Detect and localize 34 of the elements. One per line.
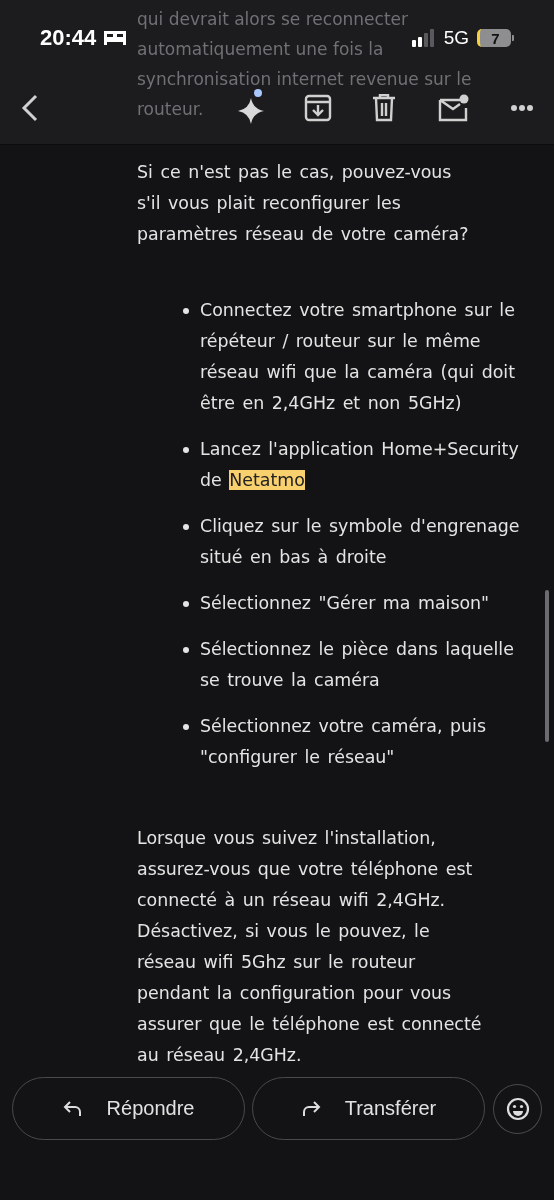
bullet-icon — [183, 524, 189, 530]
message-text: routeur. — [137, 98, 204, 121]
forward-button[interactable]: Transférer — [252, 1077, 485, 1140]
battery-icon: 7 — [477, 29, 514, 47]
message-text: Lorsque vous suivez l'installation, assurez-vous que votre téléphone est connecté à un réseau wifi 2,4GHz. Désactivez, si vous le pouvez, le réseau wifi 5Ghz sur le routeur pendant la configuration pour vous assurer que le téléphone est connecté au réseau 2,4GHz. — [137, 827, 482, 1067]
archive-button[interactable] — [304, 94, 332, 122]
delete-button[interactable] — [372, 94, 396, 122]
bullet-icon — [183, 601, 189, 607]
bullet-icon — [183, 724, 189, 730]
list-item-text: Sélectionnez votre caméra, puis "configurer le réseau" — [200, 715, 487, 769]
message-text: synchronisation internet revenue sur le — [137, 68, 472, 91]
list-item-text: Connectez votre smartphone sur le répéteur / routeur sur le même réseau wifi que la caméra (qui doit être en 2,4GHz et non 5GHz) — [200, 299, 516, 415]
emoji-button[interactable] — [493, 1083, 542, 1134]
reply-button[interactable]: Répondre — [12, 1077, 245, 1140]
reply-icon — [62, 1099, 83, 1118]
list-item-text: Sélectionnez le pièce dans laquelle se trouve la caméra — [200, 638, 515, 692]
bullet-icon — [183, 647, 189, 653]
message-text: automatiquement une fois la — [137, 38, 384, 61]
forward-icon — [300, 1099, 321, 1118]
bed-icon — [102, 29, 129, 47]
signal-icon — [411, 29, 436, 47]
status-time: 20:44 — [40, 25, 97, 51]
list-item-text: Sélectionnez "Gérer ma maison" — [200, 592, 491, 615]
back-button[interactable] — [20, 93, 40, 123]
bullet-icon — [183, 308, 189, 314]
bullet-icon — [183, 447, 189, 453]
network-label: 5G — [443, 27, 469, 49]
smiley-icon — [505, 1096, 530, 1121]
list-item-text: Cliquez sur le symbole d'engrenage situé en bas à droite — [200, 515, 521, 569]
message-text: qui devrait alors se reconnecter — [137, 8, 408, 31]
message-text: Si ce n'est pas le cas, pouvez-vous s'il vous plait reconfigurer les paramètres réseau de votre caméra? — [137, 161, 470, 246]
mark-unread-button[interactable] — [438, 94, 470, 122]
list-item-text: Lancez l'application Home+Security de Netatmo — [200, 438, 520, 492]
more-button[interactable] — [510, 104, 534, 112]
